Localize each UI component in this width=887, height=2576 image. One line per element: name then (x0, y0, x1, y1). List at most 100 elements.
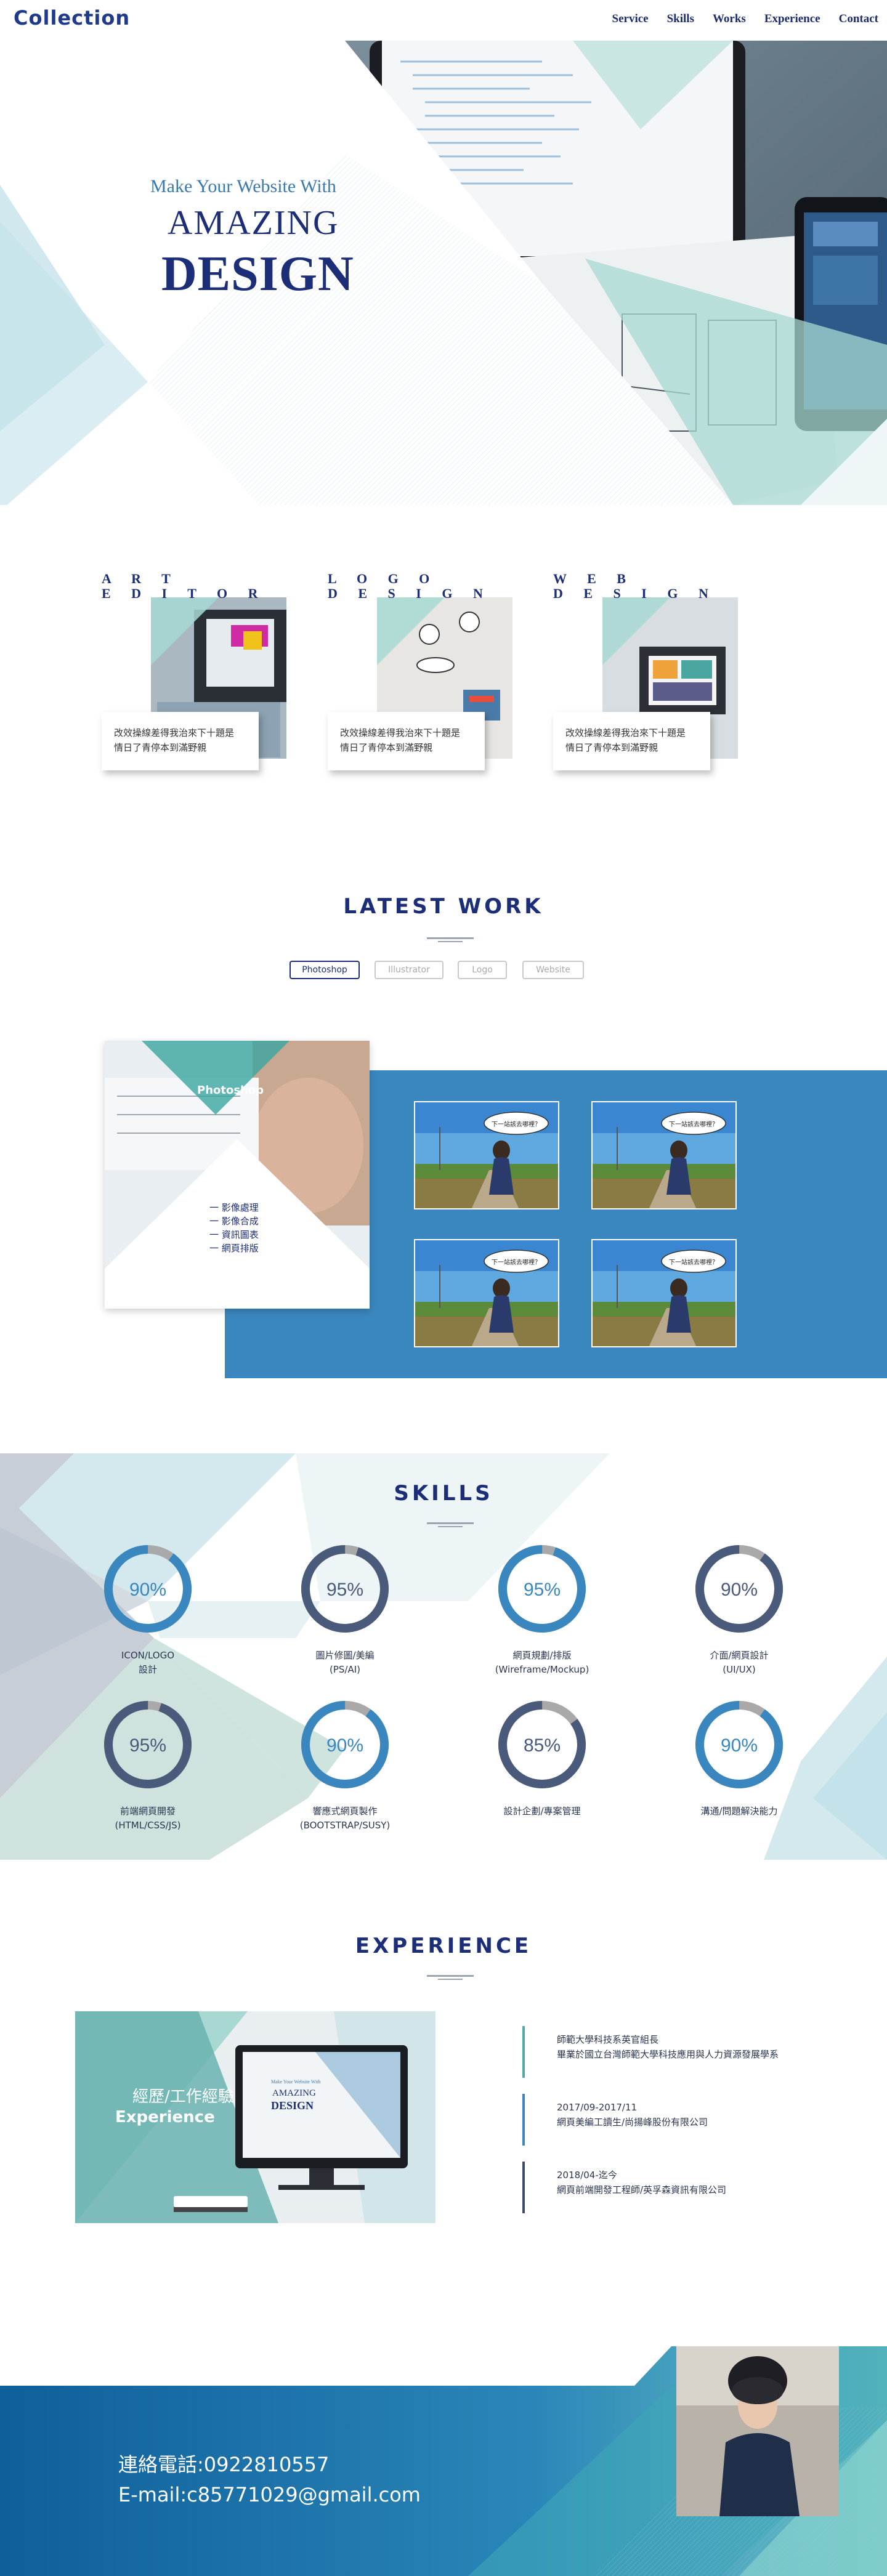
title-divider (427, 937, 474, 942)
skill-label: 設計企劃/專案管理 (503, 1806, 581, 1817)
title-divider (427, 1522, 474, 1527)
thumbnail-bubble-text: 下一站該去哪裡？ (492, 1120, 541, 1128)
experience-line1: 2018/04-迄今 (557, 2170, 617, 2181)
feature-list-item: 一 資訊圖表 (209, 1229, 259, 1240)
skill-ring: 90% (104, 1545, 192, 1633)
contact-email[interactable]: E-mail:c85771029@gmail.com (118, 2483, 421, 2506)
nav-item-contact[interactable]: Contact (839, 12, 878, 26)
photoshop-feature-card[interactable]: Photoshop 一 影像處理 一 影像合成 一 資訊圖表 一 網頁排版 (105, 1041, 370, 1309)
experience-line2: 網頁前端開發工程師/英孚森資訊有限公司 (557, 2184, 727, 2195)
skill-percent: 85% (524, 1735, 561, 1756)
skill-ring: 90% (695, 1545, 783, 1633)
thumbnail-bubble-text: 下一站該去哪裡？ (492, 1258, 541, 1266)
service-text-line1: 改效操線差得我治來下十題是 (114, 727, 235, 738)
filter-website[interactable]: Website (522, 961, 584, 979)
filter-photoshop[interactable]: Photoshop (290, 961, 360, 979)
nav-item-skills[interactable]: Skills (667, 12, 694, 26)
service-text-line2: 情日了青停本到滿野親 (565, 742, 658, 753)
skill-percent: 90% (326, 1735, 363, 1756)
experience-image-title-cn: 經歷/工作經驗 (132, 2088, 234, 2106)
feature-list-item: 一 網頁排版 (209, 1243, 259, 1254)
photoshop-feature-image (105, 1041, 370, 1309)
monitor-title-amazing: AMAZING (272, 2088, 316, 2098)
nav-item-works[interactable]: Works (713, 12, 746, 26)
skill-percent: 90% (721, 1735, 758, 1756)
skill-label: 前端網頁開發 (HTML/CSS/JS) (115, 1806, 181, 1831)
footer-contact: 連絡電話:0922810557 E-mail:c85771029@gmail.c… (0, 2346, 887, 2576)
nav-menu: Service Skills Works Experience Contact (612, 12, 878, 26)
thumbnail-bubble-text: 下一站該去哪裡？ (669, 1258, 718, 1266)
skill-ring: 85% (498, 1701, 586, 1788)
work-thumbnail[interactable]: 下一站該去哪裡？ (414, 1239, 559, 1347)
experience-line1: 2017/09-2017/11 (557, 2102, 638, 2113)
thumbnail-bubble-text: 下一站該去哪裡？ (669, 1120, 718, 1128)
skill-ring: 90% (695, 1701, 783, 1788)
skill-label: 溝通/問題解決能力 (700, 1806, 778, 1817)
latest-work-title: LATEST WORK (343, 894, 544, 919)
skill-label: 圖片修圖/美編 (PS/AI) (315, 1650, 375, 1675)
experience-timeline-bar (522, 2094, 525, 2146)
experience-line2: 畢業於國立台灣師範大學科技應用與人力資源發展學系 (557, 2049, 779, 2060)
skill-item: 90% 響應式網頁製作 (BOOTSTRAP/SUSY) (271, 1698, 419, 1833)
service-card-web-design[interactable]: W E B D E S I G N 改效操線差得我治來下十題是 情日了青停本到滿野… (553, 571, 738, 793)
service-text-line1: 改效操線差得我治來下十題是 (340, 727, 461, 738)
monitor-title-design: DESIGN (271, 2099, 314, 2112)
skill-item: 90% 溝通/問題解決能力 (665, 1698, 813, 1819)
skill-item: 90% ICON/LOGO 設計 (74, 1543, 222, 1677)
skill-item: 95% 網頁規劃/排版 (Wireframe/Mockup) (468, 1543, 616, 1677)
brand-logo[interactable]: Collection (14, 6, 130, 30)
profile-photo (676, 2346, 839, 2516)
service-title: W E B D E S I G N (553, 571, 717, 601)
skill-ring: 90% (301, 1701, 389, 1788)
service-card-art-editor[interactable]: A R T E D I T O R 改效操線差得我治來下十題是 情日了青停本到滿野… (102, 571, 286, 793)
work-thumbnail[interactable]: 下一站該去哪裡？ (414, 1101, 559, 1209)
skill-label: ICON/LOGO 設計 (121, 1650, 175, 1675)
feature-panel-label: Photoshop (197, 1084, 264, 1097)
title-divider (427, 1975, 474, 1980)
contact-phone[interactable]: 連絡電話:0922810557 (118, 2449, 329, 2477)
skill-percent: 90% (721, 1580, 758, 1600)
service-card-logo-design[interactable]: L O G O D E S I G N 改效操線差得我治來下十題是 情日了青停本到… (328, 571, 512, 793)
feature-panel-list: 一 影像處理 一 影像合成 一 資訊圖表 一 網頁排版 (209, 1201, 259, 1255)
filter-illustrator[interactable]: Illustrator (375, 961, 444, 979)
skill-label: 網頁規劃/排版 (Wireframe/Mockup) (495, 1650, 589, 1675)
skill-percent: 90% (129, 1580, 166, 1600)
service-text-line1: 改效操線差得我治來下十題是 (565, 727, 686, 738)
nav-item-service[interactable]: Service (612, 12, 649, 26)
skill-percent: 95% (326, 1580, 363, 1600)
experience-title: EXPERIENCE (355, 1934, 532, 1958)
experience-line1: 師範大學科技系英官組長 (557, 2034, 659, 2045)
service-text: 改效操線差得我治來下十題是 情日了青停本到滿野親 (328, 712, 485, 770)
feature-list-item: 一 影像合成 (209, 1216, 259, 1227)
skill-item: 90% 介面/網頁設計 (UI/UX) (665, 1543, 813, 1677)
experience-image: 經歷/工作經驗 Experience Make Your Website Wit… (75, 2011, 435, 2223)
skill-label: 響應式網頁製作 (BOOTSTRAP/SUSY) (299, 1806, 391, 1831)
filter-logo[interactable]: Logo (458, 961, 507, 979)
top-navigation: Collection Service Skills Works Experien… (0, 0, 887, 41)
monitor-subtitle: Make Your Website With (271, 2079, 321, 2085)
work-thumbnail[interactable]: 下一站該去哪裡？ (591, 1101, 737, 1209)
skill-item: 95% 圖片修圖/美編 (PS/AI) (271, 1543, 419, 1677)
hero-title-amazing: AMAZING (168, 204, 339, 242)
skill-item: 85% 設計企劃/專案管理 (468, 1698, 616, 1819)
experience-timeline-bar (522, 2026, 525, 2078)
hero-title-design: DESIGN (161, 247, 354, 301)
service-title: A R T E D I T O R (102, 571, 267, 601)
service-text: 改效操線差得我治來下十題是 情日了青停本到滿野親 (102, 712, 259, 770)
hero-section: Make Your Website With AMAZING DESIGN (0, 0, 887, 505)
experience-image-title-en: Experience (115, 2108, 215, 2126)
nav-item-experience[interactable]: Experience (764, 12, 820, 26)
experience-item: 2018/04-迄今網頁前端開發工程師/英孚森資訊有限公司 (522, 2162, 855, 2217)
service-text-line2: 情日了青停本到滿野親 (340, 742, 433, 753)
skill-ring: 95% (301, 1545, 389, 1633)
experience-line2: 網頁美編工讀生/尚揚峰股份有限公司 (557, 2117, 708, 2128)
skill-ring: 95% (498, 1545, 586, 1633)
experience-item: 師範大學科技系英官組長畢業於國立台灣師範大學科技應用與人力資源發展學系 (522, 2026, 855, 2081)
skill-percent: 95% (524, 1580, 561, 1600)
experience-timeline-bar (522, 2162, 525, 2213)
work-thumbnail[interactable]: 下一站該去哪裡？ (591, 1239, 737, 1347)
hero-background (0, 41, 887, 505)
skill-ring: 95% (104, 1701, 192, 1788)
service-text: 改效操線差得我治來下十題是 情日了青停本到滿野親 (553, 712, 710, 770)
service-text-line2: 情日了青停本到滿野親 (114, 742, 207, 753)
